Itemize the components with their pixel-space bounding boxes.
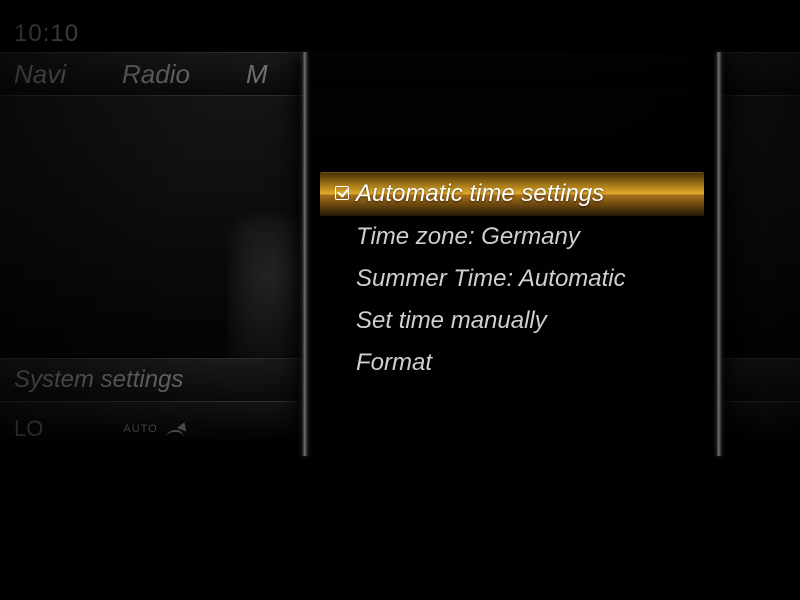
breadcrumb-label: System settings	[14, 366, 183, 394]
checkbox-checked-icon	[335, 186, 351, 202]
climate-auto-label: AUTO	[123, 423, 157, 435]
menu-item-label: Automatic time settings	[356, 180, 690, 208]
clock: 10:10	[14, 20, 79, 48]
menu-item-label: Time zone: Germany	[356, 223, 690, 251]
infotainment-screen: 10:10 Navi Radio M System settings LO AU…	[0, 0, 800, 600]
menu-item-automatic-time-settings[interactable]: Automatic time settings	[320, 172, 704, 216]
climate-auto[interactable]: AUTO	[123, 420, 189, 438]
menu-item-label: Format	[356, 349, 690, 377]
menu-item-format[interactable]: Format	[320, 342, 704, 384]
tab-media[interactable]: M	[246, 59, 268, 90]
tab-navi[interactable]: Navi	[14, 59, 66, 90]
time-settings-panel: Automatic time settings Time zone: Germa…	[302, 52, 722, 456]
climate-temp-lo[interactable]: LO	[14, 416, 43, 442]
checkbox-slot	[330, 186, 356, 202]
panel-border-right	[716, 52, 722, 456]
menu-item-label: Summer Time: Automatic	[356, 265, 690, 293]
menu-item-time-zone[interactable]: Time zone: Germany	[320, 216, 704, 258]
airflow-icon	[166, 420, 190, 438]
tab-radio[interactable]: Radio	[122, 59, 190, 90]
menu-item-set-time-manually[interactable]: Set time manually	[320, 300, 704, 342]
menu-item-label: Set time manually	[356, 307, 690, 335]
menu-item-summer-time[interactable]: Summer Time: Automatic	[320, 258, 704, 300]
time-settings-list: Automatic time settings Time zone: Germa…	[320, 172, 704, 384]
panel-border-left	[302, 52, 308, 456]
